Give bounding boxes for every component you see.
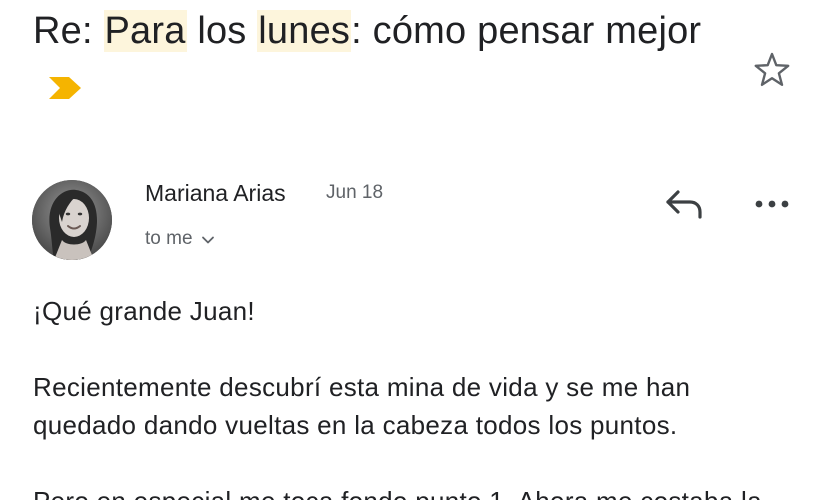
reply-icon[interactable] (662, 184, 706, 224)
subject-rest: : cómo pensar mejor (351, 10, 702, 52)
avatar-photo (32, 180, 112, 260)
recipients-label: to me (145, 228, 193, 249)
importance-marker-icon[interactable] (47, 75, 85, 101)
subject-prefix: Re: (33, 10, 104, 52)
message-body: ¡Qué grande Juan! Recientemente descubrí… (33, 292, 773, 500)
body-paragraph: Recientemente descubrí esta mina de vida… (33, 372, 691, 440)
star-outline-icon[interactable] (752, 50, 792, 90)
search-highlight-para: Para (103, 10, 187, 52)
email-subject: Re: Para los lunes: cómo pensar mejor (33, 2, 713, 118)
message-date: Jun 18 (326, 182, 384, 203)
sender-name[interactable]: Mariana Arias (145, 178, 286, 208)
subject-mid: los (186, 10, 258, 52)
search-highlight-lunes: lunes (257, 10, 352, 52)
chevron-down-icon (201, 236, 214, 244)
body-greeting: ¡Qué grande Juan! (33, 296, 255, 326)
avatar[interactable] (32, 180, 112, 260)
body-paragraph-partial: Pero en especial me toca fondo punto 1. … (33, 482, 773, 500)
more-options-icon[interactable] (750, 188, 794, 220)
recipients-toggle[interactable]: to me (145, 226, 215, 252)
